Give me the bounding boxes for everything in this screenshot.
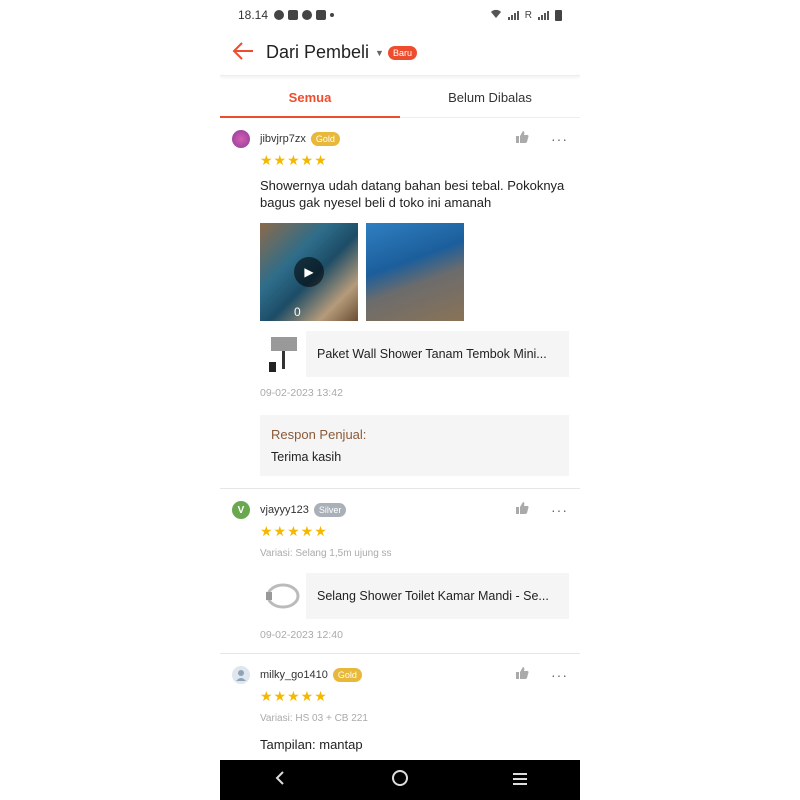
more-icon[interactable]: ··· — [551, 132, 568, 146]
phone-screen: 18.14 R Dari Pembeli ▼ Baru Semua Belum … — [220, 0, 580, 800]
product-name: Paket Wall Shower Tanam Tembok Mini... — [317, 347, 547, 361]
chat-icon — [274, 10, 285, 20]
back-arrow-icon[interactable] — [232, 41, 266, 65]
wifi-icon — [490, 9, 502, 22]
username: jibvjrp7zx — [260, 133, 306, 145]
tab-bar: Semua Belum Dibalas — [220, 78, 580, 118]
avatar[interactable] — [232, 130, 250, 148]
tab-semua[interactable]: Semua — [220, 78, 400, 118]
review-item: V vjayyy123 Silver ··· ★★★★★ Variasi: Se… — [220, 489, 580, 654]
product-card[interactable]: Selang Shower Toilet Kamar Mandi - Se... — [260, 573, 569, 619]
review-comment: Showernya udah datang bahan besi tebal. … — [260, 178, 565, 210]
tier-badge: Gold — [310, 132, 340, 146]
review-timestamp: 09-02-2023 12:40 — [260, 629, 343, 641]
more-icon[interactable]: ··· — [551, 503, 568, 517]
star-rating: ★★★★★ — [260, 152, 328, 168]
dropdown-caret-icon[interactable]: ▼ — [375, 48, 384, 58]
seller-response: Respon Penjual: Terima kasih — [260, 415, 569, 476]
page-title[interactable]: Dari Pembeli — [266, 42, 369, 63]
tab-belum-dibalas[interactable]: Belum Dibalas — [400, 78, 580, 117]
username: milky_go1410 — [260, 669, 328, 681]
avatar[interactable] — [232, 666, 250, 684]
review-actions: ··· — [515, 501, 568, 519]
signal-icon — [507, 10, 519, 20]
dot-icon — [330, 13, 335, 17]
star-rating: ★★★★★ — [260, 523, 328, 539]
tier-badge: Gold — [332, 668, 362, 682]
username: vjayyy123 — [260, 504, 309, 516]
thumb-up-icon[interactable] — [515, 130, 529, 148]
system-nav-bar — [220, 760, 580, 800]
status-right: R — [490, 9, 562, 22]
nav-home-icon[interactable] — [370, 769, 430, 792]
response-text: Terima kasih — [271, 450, 342, 464]
new-badge: Baru — [387, 45, 417, 60]
thumb-up-icon[interactable] — [515, 501, 529, 519]
review-photo[interactable] — [366, 223, 464, 321]
review-comment: Tampilan: mantap — [260, 737, 363, 752]
review-actions: ··· — [515, 666, 568, 684]
status-bar: 18.14 R — [220, 0, 580, 30]
bag-icon — [288, 10, 299, 20]
response-label: Respon Penjual: — [271, 427, 367, 442]
shop-icon — [316, 10, 327, 20]
status-time: 18.14 — [238, 8, 269, 22]
product-variation: Variasi: Selang 1,5m ujung ss — [260, 548, 392, 559]
notification-icons — [274, 10, 335, 20]
review-media: ▶ 0 — [260, 223, 568, 321]
review-video-thumbnail[interactable]: ▶ 0 — [260, 223, 358, 321]
thumb-up-icon[interactable] — [515, 666, 529, 684]
product-card[interactable]: Paket Wall Shower Tanam Tembok Mini... — [260, 331, 569, 377]
signal-icon-2 — [538, 10, 549, 20]
app-header: Dari Pembeli ▼ Baru — [220, 30, 580, 76]
product-thumbnail — [260, 331, 306, 377]
compass-icon — [302, 10, 313, 20]
product-variation: Variasi: HS 03 + CB 221 — [260, 713, 368, 724]
video-duration: 0 — [294, 305, 301, 319]
product-thumbnail — [260, 573, 306, 619]
status-left: 18.14 — [238, 8, 335, 22]
product-name: Selang Shower Toilet Kamar Mandi - Se... — [317, 589, 549, 603]
nav-recents-icon[interactable] — [490, 770, 550, 791]
nav-back-icon[interactable] — [250, 770, 310, 791]
battery-icon — [555, 9, 562, 21]
review-timestamp: 09-02-2023 13:42 — [260, 387, 343, 399]
tier-badge: Silver — [313, 503, 347, 517]
play-icon[interactable]: ▶ — [294, 257, 324, 287]
review-item: jibvjrp7zx Gold ··· ★★★★★ Showernya udah… — [220, 118, 580, 489]
review-actions: ··· — [515, 130, 568, 148]
roaming-label: R — [524, 9, 532, 21]
avatar[interactable]: V — [232, 501, 250, 519]
star-rating: ★★★★★ — [260, 688, 328, 704]
more-icon[interactable]: ··· — [551, 668, 568, 682]
